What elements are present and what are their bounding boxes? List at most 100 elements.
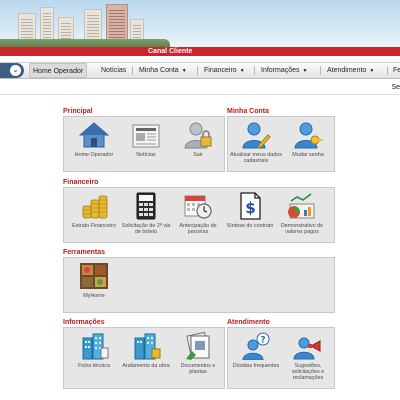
section-title: Minha Conta bbox=[227, 108, 269, 115]
tile-label: Síntese do contrato bbox=[226, 223, 274, 229]
title-bar: Canal Cliente bbox=[0, 47, 400, 56]
nav-item-atendimento[interactable]: Atendimento ▼ bbox=[327, 63, 374, 78]
tile-label: Ficha técnica bbox=[78, 363, 110, 369]
nav-menu-button[interactable]: ⌄ bbox=[0, 63, 24, 78]
sub-bar: Se bbox=[0, 80, 400, 95]
nav-item-minha-conta[interactable]: Minha Conta ▼ bbox=[139, 63, 187, 78]
dropdown-arrow-icon: ▼ bbox=[369, 68, 375, 74]
nav-item-label: Notícias bbox=[101, 67, 127, 74]
dropdown-arrow-icon: ▼ bbox=[302, 68, 308, 74]
tile-sair[interactable]: Sair bbox=[172, 121, 224, 158]
tile-sintese-contrato[interactable]: $ Síntese do contrato bbox=[224, 192, 276, 229]
tile-demonstrativo-valores[interactable]: Demonstrativo de valores pagos bbox=[276, 192, 328, 235]
section-panel: MyHome bbox=[63, 257, 335, 313]
section-title: Financeiro bbox=[63, 179, 99, 186]
tile-segunda-via-boleto[interactable]: Solicitação de 2ª via de boleto bbox=[120, 192, 172, 235]
tile-extrato-financeiro[interactable]: Extrato Financeiro bbox=[68, 192, 120, 229]
tile-antecipacao-parcelas[interactable]: Antecipação de parcelas bbox=[172, 192, 224, 235]
nav-item-fe[interactable]: Fe bbox=[393, 63, 400, 78]
nav-separator bbox=[197, 66, 198, 75]
tile-ficha-tecnica[interactable]: Ficha técnica bbox=[68, 332, 120, 369]
documents-icon bbox=[183, 331, 213, 360]
tile-noticias[interactable]: Notícias bbox=[120, 121, 172, 158]
tile-home-operador[interactable]: Home Operador bbox=[68, 121, 120, 158]
nav-item-label: Informações bbox=[261, 67, 300, 74]
main-nav: ⌄ Home Operador Notícias Minha Conta ▼ Fi… bbox=[0, 62, 400, 79]
calendar-clock-icon bbox=[183, 192, 213, 220]
user-key-icon bbox=[293, 121, 323, 149]
nav-separator bbox=[387, 66, 388, 75]
dollar-document-icon: $ bbox=[235, 192, 265, 220]
nav-separator bbox=[132, 66, 133, 75]
section-panel: Extrato Financeiro Solicitação de 2ª via… bbox=[63, 187, 335, 243]
nav-item-label: Fe bbox=[393, 67, 400, 74]
user-megaphone-icon bbox=[293, 332, 323, 360]
construction-icon bbox=[131, 332, 161, 360]
tile-label: Andamento da obra bbox=[122, 363, 170, 369]
section-ferramentas: Ferramentas MyHome bbox=[63, 248, 335, 313]
svg-text:?: ? bbox=[260, 336, 265, 346]
tile-label: MyHome bbox=[83, 293, 105, 299]
tile-sugestoes[interactable]: Sugestões, solicitações e reclamações bbox=[282, 332, 334, 381]
nav-item-noticias[interactable]: Notícias bbox=[101, 63, 126, 78]
tile-andamento-obra[interactable]: Andamento da obra bbox=[120, 332, 172, 369]
svg-text:$: $ bbox=[245, 199, 255, 217]
section-atendimento: Atendimento ? Dúvidas frequentes Sugestõ… bbox=[227, 318, 335, 389]
buildings-icon bbox=[79, 332, 109, 360]
tile-myhome[interactable]: MyHome bbox=[68, 262, 120, 299]
tile-label: Documentos e plantas bbox=[180, 363, 216, 375]
app-title: Canal Cliente bbox=[148, 48, 193, 55]
user-edit-icon bbox=[241, 121, 271, 149]
tile-mudar-senha[interactable]: Mudar senha bbox=[282, 121, 334, 158]
nav-item-financeiro[interactable]: Financeiro ▼ bbox=[204, 63, 245, 78]
tile-duvidas-frequentes[interactable]: ? Dúvidas frequentes bbox=[230, 332, 282, 369]
section-panel: ? Dúvidas frequentes Sugestões, solicita… bbox=[227, 327, 335, 389]
nav-item-label: Atendimento bbox=[327, 67, 367, 74]
nav-separator bbox=[254, 66, 255, 75]
dropdown-arrow-icon: ▼ bbox=[181, 68, 187, 74]
tile-label: Sair bbox=[193, 152, 203, 158]
tile-label: Home Operador bbox=[74, 152, 114, 158]
calculator-icon bbox=[131, 192, 161, 220]
newspaper-icon bbox=[131, 121, 161, 149]
myhome-icon bbox=[79, 262, 109, 290]
section-informacoes: Informações Ficha técnica Andamento da o… bbox=[63, 318, 225, 389]
tile-label: Extrato Financeiro bbox=[72, 223, 116, 229]
dropdown-arrow-icon: ▼ bbox=[239, 68, 245, 74]
chart-icon bbox=[287, 192, 317, 220]
nav-item-label: Home Operador bbox=[33, 68, 84, 75]
section-minha-conta: Minha Conta Atualizar meus dados cadastr… bbox=[227, 107, 335, 172]
tile-label: Atualizar meus dados cadastrais bbox=[230, 152, 282, 164]
header-banner bbox=[0, 0, 400, 47]
section-panel: Atualizar meus dados cadastrais Mudar se… bbox=[227, 116, 335, 172]
tile-label: Demonstrativo de valores pagos bbox=[280, 223, 324, 235]
section-title: Informações bbox=[63, 319, 105, 326]
tile-documentos-plantas[interactable]: Documentos e plantas bbox=[172, 331, 224, 375]
section-panel: Ficha técnica Andamento da obra Document… bbox=[63, 327, 225, 389]
section-financeiro: Financeiro Extrato Financeiro Solicitaçã… bbox=[63, 178, 335, 243]
section-title: Principal bbox=[63, 108, 93, 115]
tile-atualizar-dados[interactable]: Atualizar meus dados cadastrais bbox=[230, 121, 282, 164]
user-question-icon: ? bbox=[241, 332, 271, 361]
nav-item-label: Financeiro bbox=[204, 67, 237, 74]
nav-item-informacoes[interactable]: Informações ▼ bbox=[261, 63, 307, 78]
chevron-down-icon: ⌄ bbox=[10, 65, 21, 76]
section-title: Ferramentas bbox=[63, 249, 106, 256]
home-icon bbox=[78, 121, 110, 149]
banner-trees bbox=[0, 39, 170, 47]
nav-item-home-operador[interactable]: Home Operador bbox=[29, 63, 88, 78]
tile-label: Antecipação de parcelas bbox=[179, 223, 217, 235]
coins-icon bbox=[79, 192, 109, 220]
tile-label: Sugestões, solicitações e reclamações bbox=[291, 363, 325, 381]
section-title: Atendimento bbox=[227, 319, 270, 326]
tile-label: Mudar senha bbox=[292, 152, 324, 158]
user-logout-icon bbox=[183, 121, 213, 149]
section-panel: Home Operador Notícias Sair bbox=[63, 116, 225, 172]
tile-label: Notícias bbox=[136, 152, 156, 158]
nav-item-label: Minha Conta bbox=[139, 67, 179, 74]
sub-bar-text: Se bbox=[391, 84, 400, 91]
section-principal: Principal Home Operador Notícias Sair bbox=[63, 107, 225, 172]
tile-label: Solicitação de 2ª via de boleto bbox=[121, 223, 171, 235]
tile-label: Dúvidas frequentes bbox=[232, 363, 280, 369]
nav-separator bbox=[320, 66, 321, 75]
